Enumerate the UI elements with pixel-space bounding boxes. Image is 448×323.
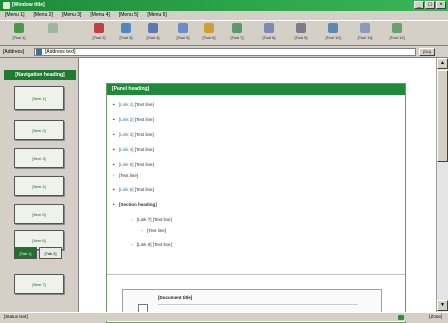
window-title: [Window title]	[12, 2, 45, 8]
back-button[interactable]: [Tool 1]	[8, 23, 30, 44]
sub-list-item-text: [Text line]	[152, 242, 172, 247]
nav-tab-1[interactable]: [Tab 1]	[14, 247, 37, 259]
document-divider	[158, 304, 358, 305]
list-item: [Link 1] [Text line]	[113, 102, 154, 107]
list-item: [Link 4] [Text line]	[113, 147, 154, 152]
refresh-button[interactable]: [Tool 3]	[115, 23, 137, 44]
list-item-text: [Text line]	[134, 117, 154, 122]
print-icon	[296, 23, 306, 33]
search-icon	[178, 23, 188, 33]
menu-item-2[interactable]: [Menu 2]	[33, 11, 52, 20]
sub-list-item-text: [Text line]	[152, 217, 172, 222]
document-title: [Document title]	[158, 295, 193, 300]
menu-item-3[interactable]: [Menu 3]	[62, 11, 81, 20]
list-item-text: [Text line]	[134, 132, 154, 137]
favorites-icon	[204, 23, 214, 33]
mail-icon	[264, 23, 274, 33]
edit-button[interactable]: [Tool 10]	[322, 23, 344, 44]
menu-bar: [Menu 1] [Menu 2] [Menu 3] [Menu 4] [Men…	[0, 11, 448, 20]
list-item-text: [Text line]	[134, 162, 154, 167]
menu-item-5[interactable]: [Menu 5]	[119, 11, 138, 20]
nav-item-5[interactable]: [Item 5]	[14, 204, 64, 224]
nav-item-1[interactable]: [Item 1]	[14, 86, 64, 110]
discuss-button[interactable]: [Tool 11]	[354, 23, 376, 44]
list-item: [Link 6] [Text line]	[113, 187, 154, 192]
status-bar: [Status text] [Zone]	[0, 312, 448, 321]
back-arrow-icon	[14, 23, 24, 33]
maximize-button[interactable]: □	[425, 1, 435, 9]
list-item: [Link 2] [Text line]	[113, 117, 154, 122]
nav-item-7[interactable]: [Item 7]	[14, 274, 64, 294]
sub-list-item-link[interactable]: [Link 7]	[137, 217, 152, 222]
forward-arrow-icon	[48, 23, 58, 33]
home-icon	[148, 23, 158, 33]
list-item-link[interactable]: [Link 4]	[119, 147, 134, 152]
list-item-link[interactable]: [Link 6]	[119, 187, 134, 192]
list-item: [Link 5] [Text line]	[113, 162, 154, 167]
toolbar: [Tool 1] [Tool 2] [Tool 3] [Tool 4] [Too…	[0, 20, 448, 46]
list-item-text: [Text line]	[134, 147, 154, 152]
list-item-text: [Text line]	[134, 102, 154, 107]
scroll-thumb[interactable]	[437, 70, 448, 162]
sub-list-item-continuation: [Text line]	[141, 228, 166, 233]
nav-item-3[interactable]: [Item 3]	[14, 148, 64, 168]
search-button[interactable]: [Tool 5]	[172, 23, 194, 44]
address-label: [Address]	[3, 49, 25, 55]
edit-icon	[328, 23, 338, 33]
messenger-icon	[392, 23, 402, 33]
vertical-scrollbar[interactable]: ▲ ▼	[436, 58, 448, 312]
list-item-link[interactable]: [Link 2]	[119, 117, 134, 122]
history-button[interactable]: [Tool 7]	[226, 23, 248, 44]
app-icon	[3, 2, 10, 9]
sub-list-item: [Link 8] [Text line]	[131, 242, 172, 247]
messenger-button[interactable]: [Tool 12]	[386, 23, 408, 44]
content-panel: [Panel heading] [Link 1] [Text line] [Li…	[106, 83, 406, 323]
list-item-link[interactable]: [Link 1]	[119, 102, 134, 107]
go-button[interactable]: [Go]	[419, 48, 435, 56]
divider	[107, 274, 405, 275]
main-content: [Panel heading] [Link 1] [Text line] [Li…	[78, 58, 436, 323]
left-navigation: [Navigation heading] [Item 1] [Item 2] […	[0, 58, 78, 312]
menu-item-4[interactable]: [Menu 4]	[90, 11, 109, 20]
forward-button[interactable]	[42, 23, 64, 44]
title-bar: [Window title] _ □ ×	[0, 0, 448, 11]
home-button[interactable]: [Tool 4]	[142, 23, 164, 44]
stop-icon	[94, 23, 104, 33]
nav-item-4[interactable]: [Item 4]	[14, 176, 64, 196]
scroll-up-button[interactable]: ▲	[437, 58, 448, 69]
list-item-link[interactable]: [Link 3]	[119, 132, 134, 137]
page-icon	[36, 49, 42, 55]
favorites-button[interactable]: [Tool 6]	[198, 23, 220, 44]
section-heading: [Section heading]	[113, 202, 157, 207]
menu-item-6[interactable]: [Menu 6]	[147, 11, 166, 20]
close-button[interactable]: ×	[436, 1, 446, 9]
mail-button[interactable]: [Tool 8]	[258, 23, 280, 44]
discuss-icon	[360, 23, 370, 33]
nav-tab-2[interactable]: [Tab 2]	[39, 247, 62, 259]
status-text: [Status text]	[4, 314, 28, 319]
list-item-link[interactable]: [Link 5]	[119, 162, 134, 167]
sub-list-item-link[interactable]: [Link 8]	[137, 242, 152, 247]
minimize-button[interactable]: _	[414, 1, 424, 9]
address-bar: [Address] [Address text] [Go]	[0, 46, 448, 58]
nav-item-2[interactable]: [Item 2]	[14, 120, 64, 140]
internet-zone-icon	[398, 315, 404, 320]
list-item-text: [Text line]	[134, 187, 154, 192]
sub-list-item: [Link 7] [Text line]	[131, 217, 172, 222]
stop-button[interactable]: [Tool 2]	[88, 23, 110, 44]
menu-item-1[interactable]: [Menu 1]	[5, 11, 24, 20]
refresh-icon	[121, 23, 131, 33]
history-icon	[232, 23, 242, 33]
list-item-continuation: [Text line]	[113, 173, 138, 178]
scroll-down-button[interactable]: ▼	[437, 300, 448, 311]
nav-heading: [Navigation heading]	[4, 70, 76, 80]
address-input[interactable]: [Address text]	[34, 48, 416, 56]
print-button[interactable]: [Tool 9]	[290, 23, 312, 44]
zone-label: [Zone]	[429, 314, 442, 319]
panel-heading: [Panel heading]	[107, 84, 405, 95]
list-item: [Link 3] [Text line]	[113, 132, 154, 137]
